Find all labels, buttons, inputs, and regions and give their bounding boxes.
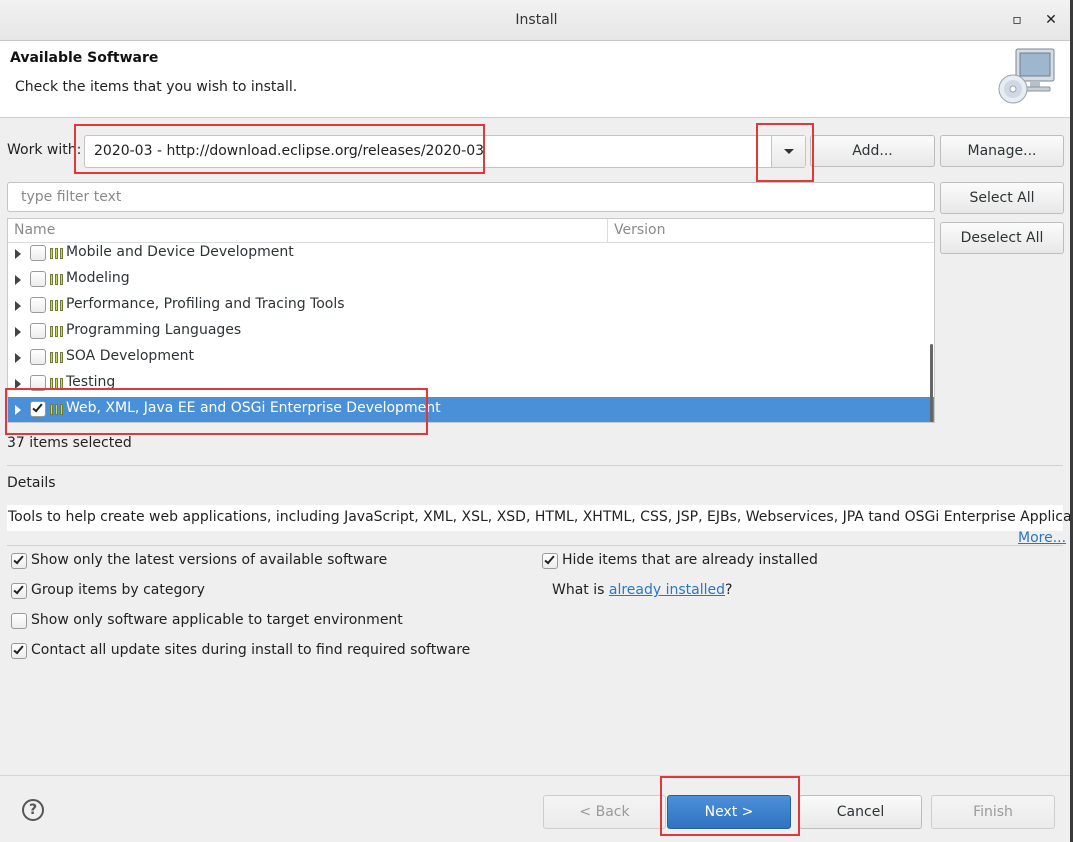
software-tree[interactable]: Name Version Mobile and Device Developme…: [7, 218, 935, 423]
row-label: Performance, Profiling and Tracing Tools: [66, 296, 345, 312]
row-label: Web, XML, Java EE and OSGi Enterprise De…: [66, 400, 441, 416]
group-by-category-label[interactable]: Group items by category: [31, 582, 205, 598]
checkmark-icon: [13, 643, 24, 655]
column-divider[interactable]: [607, 219, 608, 243]
window-title: Install: [515, 12, 558, 28]
row-label: Modeling: [66, 270, 130, 286]
title-bar: Install ▫ ✕: [0, 0, 1073, 41]
computer-cd-icon: [998, 48, 1055, 104]
feature-group-icon: [50, 300, 65, 311]
feature-group-icon: [50, 326, 65, 337]
deselect-all-button[interactable]: Deselect All: [940, 222, 1064, 254]
expand-arrow-icon[interactable]: [15, 405, 21, 415]
what-is-prefix: What is: [552, 582, 609, 598]
row-label: Testing: [66, 374, 116, 390]
finish-button[interactable]: Finish: [931, 795, 1055, 829]
column-header-version[interactable]: Version: [614, 222, 665, 238]
contact-sites-label[interactable]: Contact all update sites during install …: [31, 642, 470, 658]
tree-row[interactable]: Programming Languages: [8, 319, 934, 345]
feature-group-icon: [50, 378, 65, 389]
page-subtitle: Check the items that you wish to install…: [15, 79, 298, 95]
checkmark-icon: [544, 553, 555, 565]
row-checkbox[interactable]: [30, 245, 46, 261]
checkmark-icon: [13, 553, 24, 565]
more-link[interactable]: More...: [1018, 530, 1066, 546]
help-icon[interactable]: ?: [22, 799, 44, 821]
wizard-header: Available Software Check the items that …: [0, 41, 1073, 118]
work-with-dropdown-button[interactable]: [771, 136, 805, 167]
tree-row[interactable]: Testing: [8, 371, 934, 397]
row-checkbox[interactable]: [30, 349, 46, 365]
maximize-button[interactable]: ▫: [1006, 9, 1028, 31]
details-label: Details: [7, 475, 56, 491]
expand-arrow-icon[interactable]: [15, 353, 21, 363]
maximize-icon: ▫: [1012, 12, 1022, 28]
contact-sites-checkbox[interactable]: [11, 643, 27, 659]
row-checkbox-checked[interactable]: [30, 401, 46, 417]
group-by-category-checkbox[interactable]: [11, 583, 27, 599]
row-label: Programming Languages: [66, 322, 242, 338]
add-site-button[interactable]: Add...: [810, 135, 935, 167]
filter-field[interactable]: [7, 182, 935, 212]
expand-arrow-icon[interactable]: [15, 249, 21, 259]
details-panel: Details Tools to help create web applica…: [7, 465, 1073, 546]
checkmark-icon: [13, 583, 24, 595]
latest-versions-label[interactable]: Show only the latest versions of availab…: [31, 552, 387, 568]
what-is-installed-text: What is already installed?: [552, 582, 732, 598]
expand-arrow-icon[interactable]: [15, 379, 21, 389]
feature-group-icon: [50, 352, 65, 363]
tree-row-selected[interactable]: Web, XML, Java EE and OSGi Enterprise De…: [8, 397, 934, 422]
details-text-area: Tools to help create web applications, i…: [7, 505, 1073, 531]
expand-arrow-icon[interactable]: [15, 275, 21, 285]
tree-header: Name Version: [8, 219, 934, 243]
manage-sites-button[interactable]: Manage...: [940, 135, 1064, 167]
target-env-checkbox[interactable]: [11, 613, 27, 629]
work-with-combo[interactable]: 2020-03 - http://download.eclipse.org/re…: [84, 135, 806, 168]
latest-versions-checkbox[interactable]: [11, 553, 27, 569]
work-with-value: 2020-03 - http://download.eclipse.org/re…: [94, 143, 485, 159]
details-description: Tools to help create web applications, i…: [8, 509, 1073, 525]
tree-row[interactable]: Modeling: [8, 267, 934, 293]
hide-installed-checkbox[interactable]: [542, 553, 558, 569]
expand-arrow-icon[interactable]: [15, 301, 21, 311]
feature-group-icon: [50, 248, 65, 259]
page-title: Available Software: [10, 50, 159, 66]
close-icon: ✕: [1045, 12, 1057, 28]
row-label: Mobile and Device Development: [66, 244, 294, 260]
back-button[interactable]: < Back: [543, 795, 666, 829]
expand-arrow-icon[interactable]: [15, 327, 21, 337]
filter-input[interactable]: [8, 183, 934, 211]
target-env-label[interactable]: Show only software applicable to target …: [31, 612, 403, 628]
row-checkbox[interactable]: [30, 323, 46, 339]
close-button[interactable]: ✕: [1040, 9, 1062, 31]
footer-divider: [0, 775, 1073, 776]
checkmark-icon: [32, 401, 43, 413]
feature-group-icon: [50, 404, 65, 415]
row-label: SOA Development: [66, 348, 194, 364]
tree-row[interactable]: Mobile and Device Development: [8, 241, 934, 267]
install-dialog: Install ▫ ✕ Available Software Check the…: [0, 0, 1073, 842]
what-is-suffix: ?: [725, 582, 733, 598]
already-installed-link[interactable]: already installed: [609, 582, 725, 598]
select-all-button[interactable]: Select All: [940, 182, 1064, 214]
chevron-down-icon: [784, 149, 794, 154]
tree-row[interactable]: Performance, Profiling and Tracing Tools: [8, 293, 934, 319]
cancel-button[interactable]: Cancel: [799, 795, 922, 829]
selection-count: 37 items selected: [7, 435, 132, 451]
row-checkbox[interactable]: [30, 375, 46, 391]
column-header-name[interactable]: Name: [14, 222, 55, 238]
next-button[interactable]: Next >: [667, 795, 791, 829]
row-checkbox[interactable]: [30, 297, 46, 313]
feature-group-icon: [50, 274, 65, 285]
tree-row[interactable]: SOA Development: [8, 345, 934, 371]
tree-scrollbar-thumb[interactable]: [930, 344, 933, 422]
hide-installed-label[interactable]: Hide items that are already installed: [562, 552, 818, 568]
work-with-label: Work with:: [7, 142, 82, 158]
row-checkbox[interactable]: [30, 271, 46, 287]
